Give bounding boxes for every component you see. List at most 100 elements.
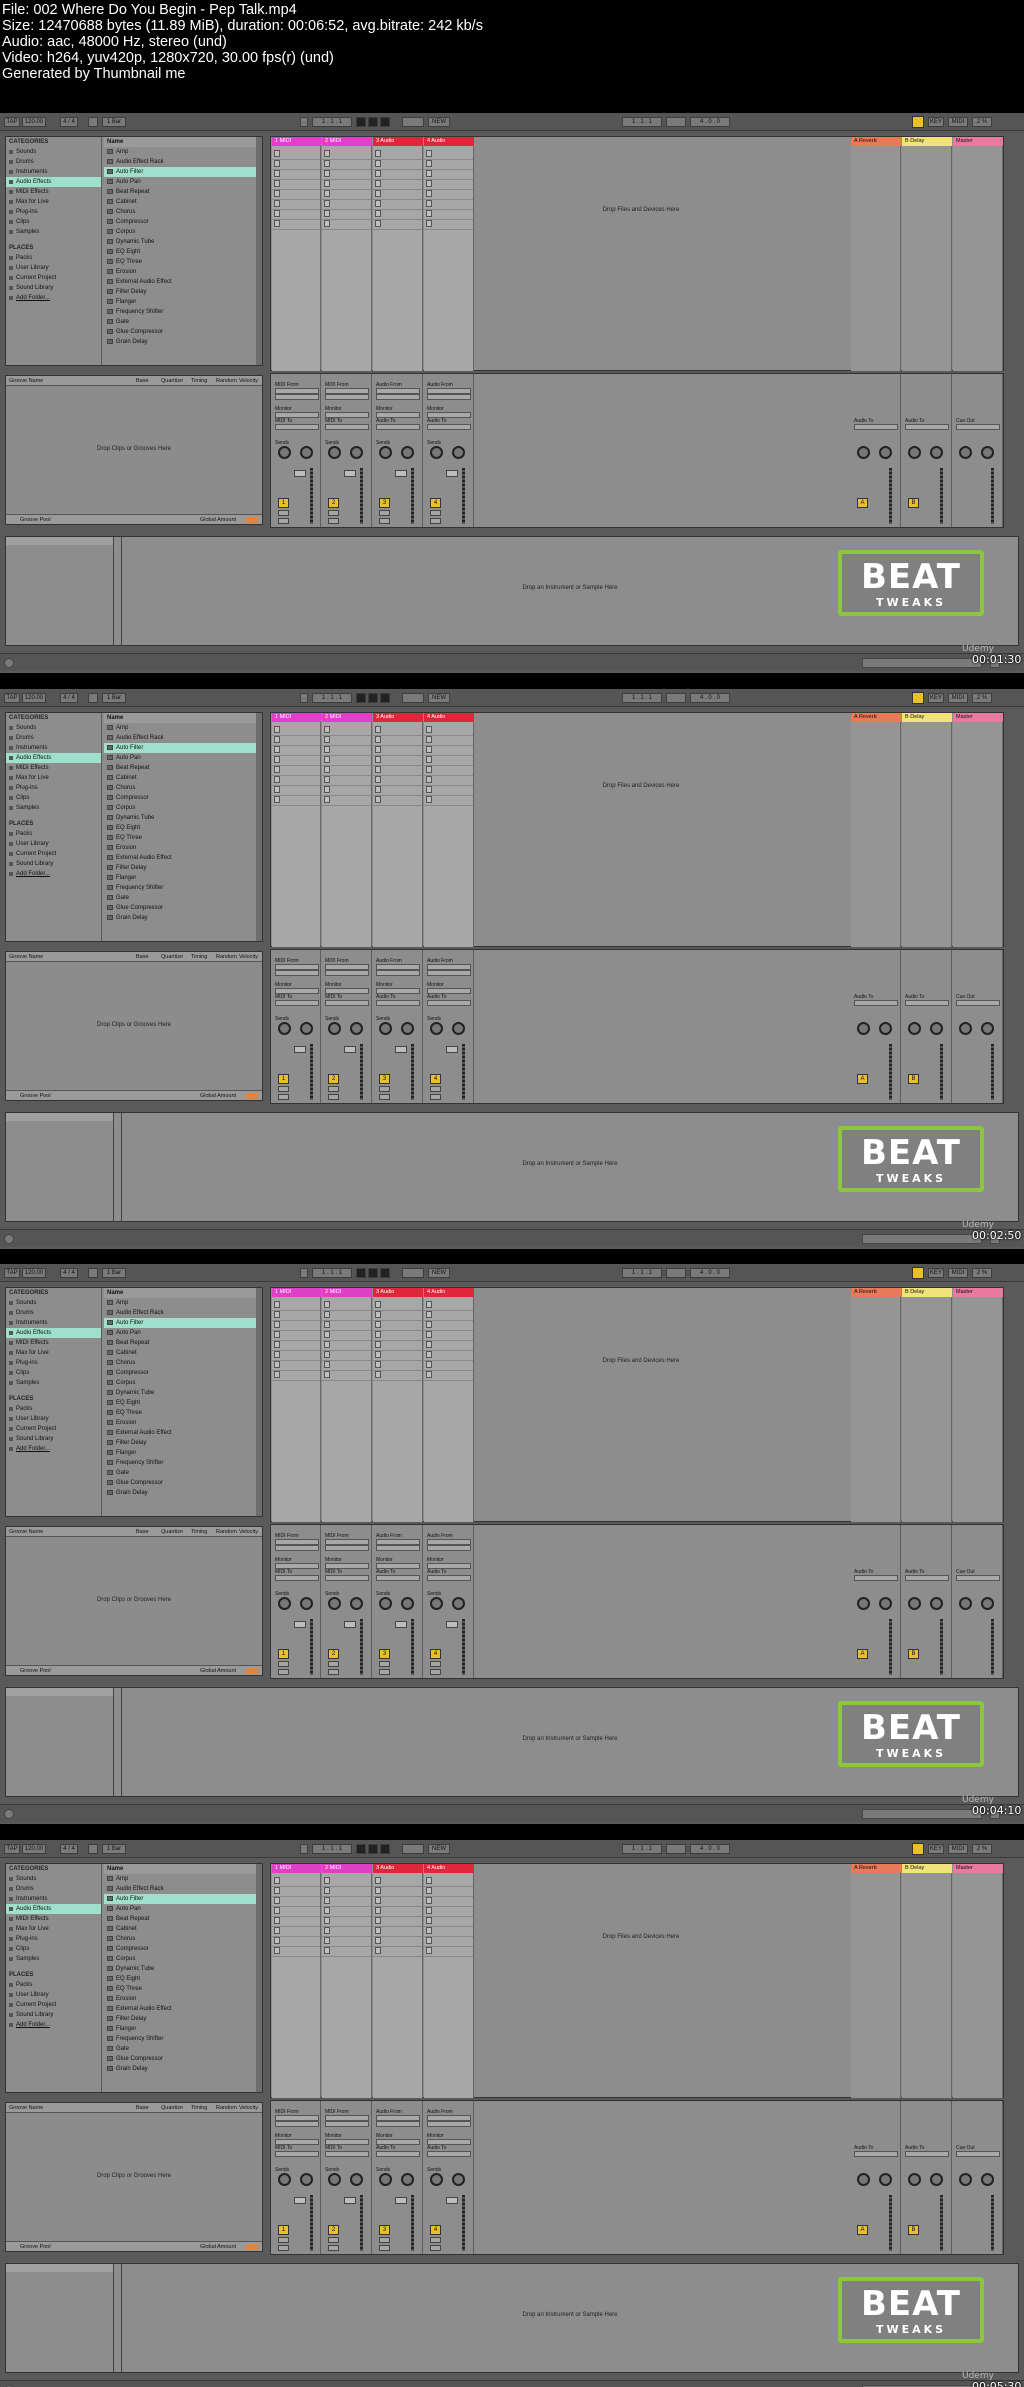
browser-item[interactable]: Auto Filter	[104, 167, 256, 177]
browser-place-current-project[interactable]: Current Project	[6, 1424, 101, 1434]
clip-stop-button[interactable]	[375, 1897, 381, 1904]
metronome-button[interactable]	[88, 117, 98, 127]
browser-category-audio-effects[interactable]: Audio Effects	[6, 177, 101, 187]
time-signature[interactable]: 4 / 4	[60, 1268, 78, 1278]
output-chooser[interactable]	[854, 424, 898, 430]
routing-chooser[interactable]	[376, 1545, 420, 1551]
browser-place-current-project[interactable]: Current Project	[6, 273, 101, 283]
send-knob[interactable]	[430, 1597, 443, 1610]
midi-button[interactable]: MIDI	[948, 1844, 968, 1854]
volume-field[interactable]	[344, 470, 356, 477]
send-knob[interactable]	[379, 1022, 392, 1035]
clip-stop-button[interactable]	[375, 210, 381, 217]
new-button[interactable]: NEW	[428, 1844, 450, 1854]
clip-stop-button[interactable]	[274, 796, 280, 803]
browser-item[interactable]: Filter Delay	[104, 2014, 256, 2024]
detail-selector[interactable]	[862, 658, 982, 668]
clip-stop-button[interactable]	[426, 1887, 432, 1894]
clip-slot[interactable]	[322, 229, 371, 230]
routing-chooser[interactable]	[325, 1575, 369, 1581]
browser-item[interactable]: Glue Compressor	[104, 903, 256, 913]
browser-item[interactable]: Auto Filter	[104, 1318, 256, 1328]
browser-category-samples[interactable]: Samples	[6, 1378, 101, 1388]
browser-item[interactable]: Beat Repeat	[104, 763, 256, 773]
track-header-3[interactable]: 3 Audio	[373, 1864, 423, 1873]
browser-item[interactable]: Dynamic Tube	[104, 1388, 256, 1398]
send-knob[interactable]	[379, 2173, 392, 2186]
routing-chooser[interactable]	[275, 1563, 319, 1569]
key-map-button[interactable]	[912, 1267, 924, 1279]
browser-item[interactable]: Corpus	[104, 803, 256, 813]
browser-item[interactable]: Flanger	[104, 873, 256, 883]
return-activator-button[interactable]: A	[857, 1649, 868, 1659]
routing-chooser[interactable]	[325, 1000, 369, 1006]
send-knob[interactable]	[379, 446, 392, 459]
send-knob[interactable]	[857, 1597, 870, 1610]
routing-chooser[interactable]	[376, 2139, 420, 2145]
solo-button[interactable]	[379, 1086, 390, 1092]
key-button[interactable]: KEY	[928, 693, 944, 703]
arm-button[interactable]	[379, 1094, 390, 1100]
browser-scrollbar[interactable]	[256, 137, 262, 365]
send-knob[interactable]	[908, 446, 921, 459]
browser-scrollbar[interactable]	[256, 1864, 262, 2092]
browser-item[interactable]: External Audio Effect	[104, 277, 256, 287]
punch-button[interactable]	[666, 117, 686, 127]
clip-slot[interactable]	[272, 229, 320, 230]
send-knob[interactable]	[350, 1022, 363, 1035]
clip-stop-button[interactable]	[274, 726, 280, 733]
send-knob[interactable]	[981, 1022, 994, 1035]
send-knob[interactable]	[452, 1597, 465, 1610]
clip-stop-button[interactable]	[324, 220, 330, 227]
browser-category-sounds[interactable]: Sounds	[6, 147, 101, 157]
browser-item[interactable]: Flanger	[104, 1448, 256, 1458]
return-track-header[interactable]: Master	[953, 1288, 1003, 1297]
track-header-3[interactable]: 3 Audio	[373, 713, 423, 722]
routing-chooser[interactable]	[325, 412, 369, 418]
output-chooser[interactable]	[905, 1000, 949, 1006]
output-chooser[interactable]	[956, 1000, 1000, 1006]
browser-category-sounds[interactable]: Sounds	[6, 1874, 101, 1884]
clip-stop-button[interactable]	[426, 756, 432, 763]
clip-stop-button[interactable]	[324, 736, 330, 743]
arm-button[interactable]	[379, 518, 390, 524]
clip-stop-button[interactable]	[426, 746, 432, 753]
quantize-menu[interactable]: 1 Bar	[102, 693, 126, 703]
browser-item[interactable]: Filter Delay	[104, 1438, 256, 1448]
browser-category-instruments[interactable]: Instruments	[6, 167, 101, 177]
routing-chooser[interactable]	[376, 2151, 420, 2157]
routing-chooser[interactable]	[376, 1575, 420, 1581]
browser-item[interactable]: Erosion	[104, 843, 256, 853]
key-map-button[interactable]	[912, 116, 924, 128]
browser-place-packs[interactable]: Packs	[6, 253, 101, 263]
clip-slot[interactable]	[272, 1956, 320, 1957]
browser-item[interactable]: Dynamic Tube	[104, 813, 256, 823]
metronome-button[interactable]	[88, 693, 98, 703]
clip-stop-button[interactable]	[426, 1331, 432, 1338]
clip-stop-button[interactable]	[274, 1301, 280, 1308]
solo-button[interactable]	[328, 510, 339, 516]
clip-stop-button[interactable]	[324, 1321, 330, 1328]
volume-field[interactable]	[395, 470, 407, 477]
automation-arm-button[interactable]	[402, 1844, 424, 1854]
browser-item[interactable]: Glue Compressor	[104, 1478, 256, 1488]
browser-item[interactable]: Dynamic Tube	[104, 1964, 256, 1974]
volume-field[interactable]	[344, 1046, 356, 1053]
track-header-4[interactable]: 4 Audio	[424, 1864, 474, 1873]
solo-button[interactable]	[430, 1661, 441, 1667]
browser-item[interactable]: Gate	[104, 317, 256, 327]
routing-chooser[interactable]	[325, 988, 369, 994]
time-signature[interactable]: 4 / 4	[60, 1844, 78, 1854]
browser-item[interactable]: Gate	[104, 2044, 256, 2054]
browser-toggle[interactable]	[4, 658, 14, 668]
clip-stop-button[interactable]	[274, 210, 280, 217]
loop-length[interactable]: 4 . 0 . 0	[690, 693, 730, 703]
browser-item[interactable]: Audio Effect Rack	[104, 1308, 256, 1318]
name-column-header[interactable]: Name	[104, 1288, 256, 1298]
arm-button[interactable]	[278, 1669, 289, 1675]
send-knob[interactable]	[300, 2173, 313, 2186]
track-activator-button[interactable]: 3	[379, 1074, 390, 1084]
clip-stop-button[interactable]	[426, 1301, 432, 1308]
routing-chooser[interactable]	[325, 2151, 369, 2157]
browser-item[interactable]: Amp	[104, 147, 256, 157]
